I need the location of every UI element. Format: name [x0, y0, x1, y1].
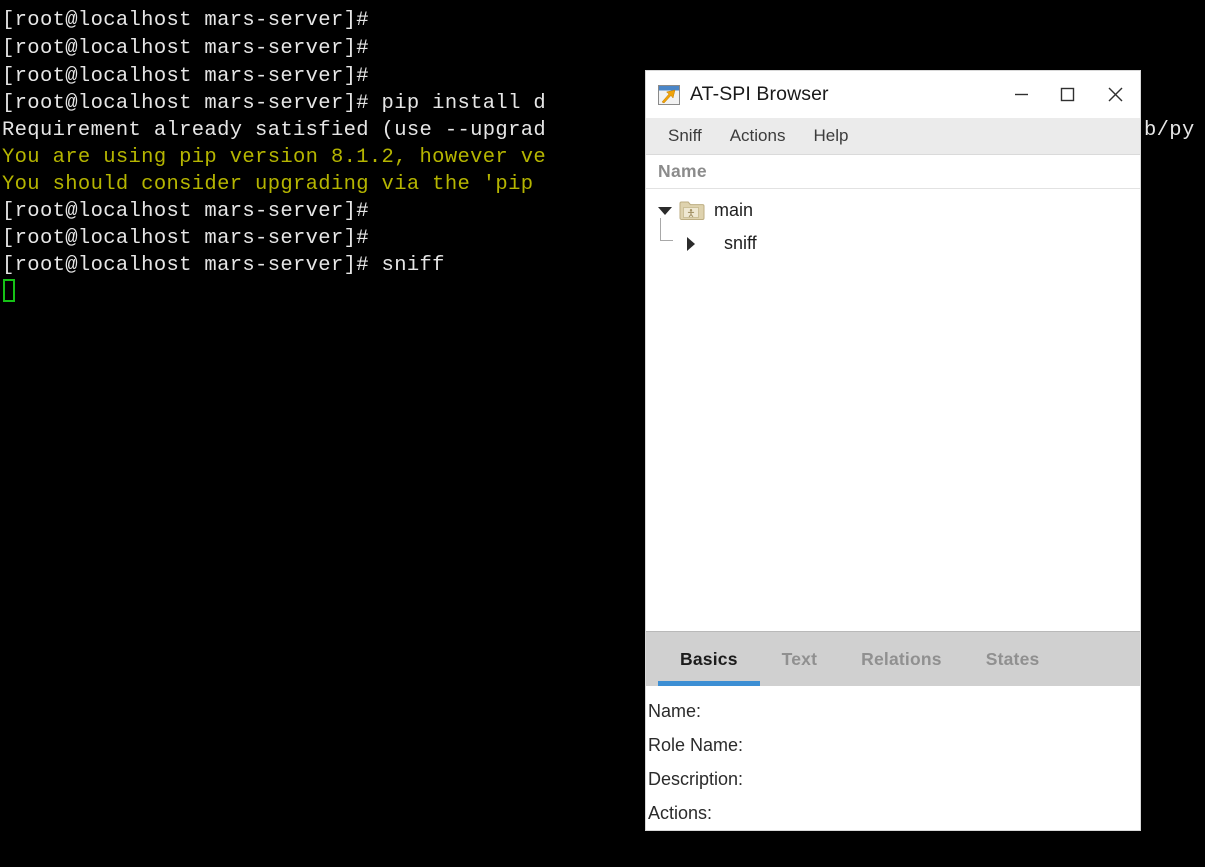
detail-row-description: Description: — [646, 762, 1140, 796]
maximize-button[interactable] — [1044, 71, 1090, 118]
menu-item-help[interactable]: Help — [803, 123, 858, 149]
terminal-line: [root@localhost mars-server]# — [2, 65, 369, 88]
menubar[interactable]: Sniff Actions Help — [646, 118, 1140, 155]
tab-text[interactable]: Text — [760, 632, 839, 686]
terminal-line-overflow: b/py — [1144, 119, 1195, 142]
tree-node-label: sniff — [724, 233, 757, 253]
accessibility-tree[interactable]: main sniff — [646, 189, 1140, 631]
detail-row-name: Name: — [646, 694, 1140, 728]
terminal-line: [root@localhost mars-server]# — [2, 9, 369, 32]
window-controls — [998, 71, 1140, 118]
window-title: AT-SPI Browser — [690, 83, 829, 105]
terminal-line-warning: You are using pip version 8.1.2, however… — [2, 146, 547, 169]
detail-label-name: Name: — [648, 700, 702, 721]
terminal-line-warning: You should consider upgrading via the 'p… — [2, 173, 534, 196]
terminal-line: [root@localhost mars-server]# sniff — [2, 254, 445, 277]
terminal-line: [root@localhost mars-server]# — [2, 227, 369, 250]
detail-label-role-name: Role Name: — [648, 734, 744, 755]
chevron-right-icon[interactable] — [682, 235, 700, 253]
tab-relations[interactable]: Relations — [839, 632, 964, 686]
folder-accessible-icon — [679, 200, 705, 221]
menu-item-sniff[interactable]: Sniff — [658, 123, 712, 149]
column-header-name: Name — [658, 161, 707, 181]
basics-detail-panel: Name: Role Name: Description: Actions: — [646, 686, 1140, 830]
tree-connector-line — [660, 218, 673, 241]
terminal-line: [root@localhost mars-server]# — [2, 200, 369, 223]
detail-label-actions: Actions: — [648, 802, 713, 823]
chevron-down-icon[interactable] — [656, 202, 674, 220]
terminal-line: Requirement already satisfied (use --upg… — [2, 119, 547, 142]
tree-node-main[interactable]: main — [646, 194, 1140, 227]
terminal-line: [root@localhost mars-server]# pip instal… — [2, 92, 547, 115]
detail-row-actions: Actions: — [646, 796, 1140, 830]
minimize-button[interactable] — [998, 71, 1044, 118]
terminal-cursor — [3, 279, 15, 302]
menu-item-actions[interactable]: Actions — [720, 123, 796, 149]
detail-row-role-name: Role Name: — [646, 728, 1140, 762]
window-titlebar[interactable]: AT-SPI Browser — [646, 71, 1140, 118]
close-button[interactable] — [1090, 71, 1140, 118]
tab-states[interactable]: States — [964, 632, 1062, 686]
detail-label-description: Description: — [648, 768, 744, 789]
tab-basics[interactable]: Basics — [658, 632, 760, 686]
atspi-app-icon — [658, 84, 680, 105]
tree-node-sniff[interactable]: sniff — [646, 218, 1140, 260]
tree-node-label: main — [714, 200, 754, 220]
detail-tabbar[interactable]: Basics Text Relations States — [646, 631, 1140, 686]
tree-column-header[interactable]: Name — [646, 155, 1140, 189]
terminal-line: [root@localhost mars-server]# — [2, 37, 369, 60]
atspi-browser-window[interactable]: AT-SPI Browser Sniff Actions Help Name m… — [646, 71, 1140, 830]
